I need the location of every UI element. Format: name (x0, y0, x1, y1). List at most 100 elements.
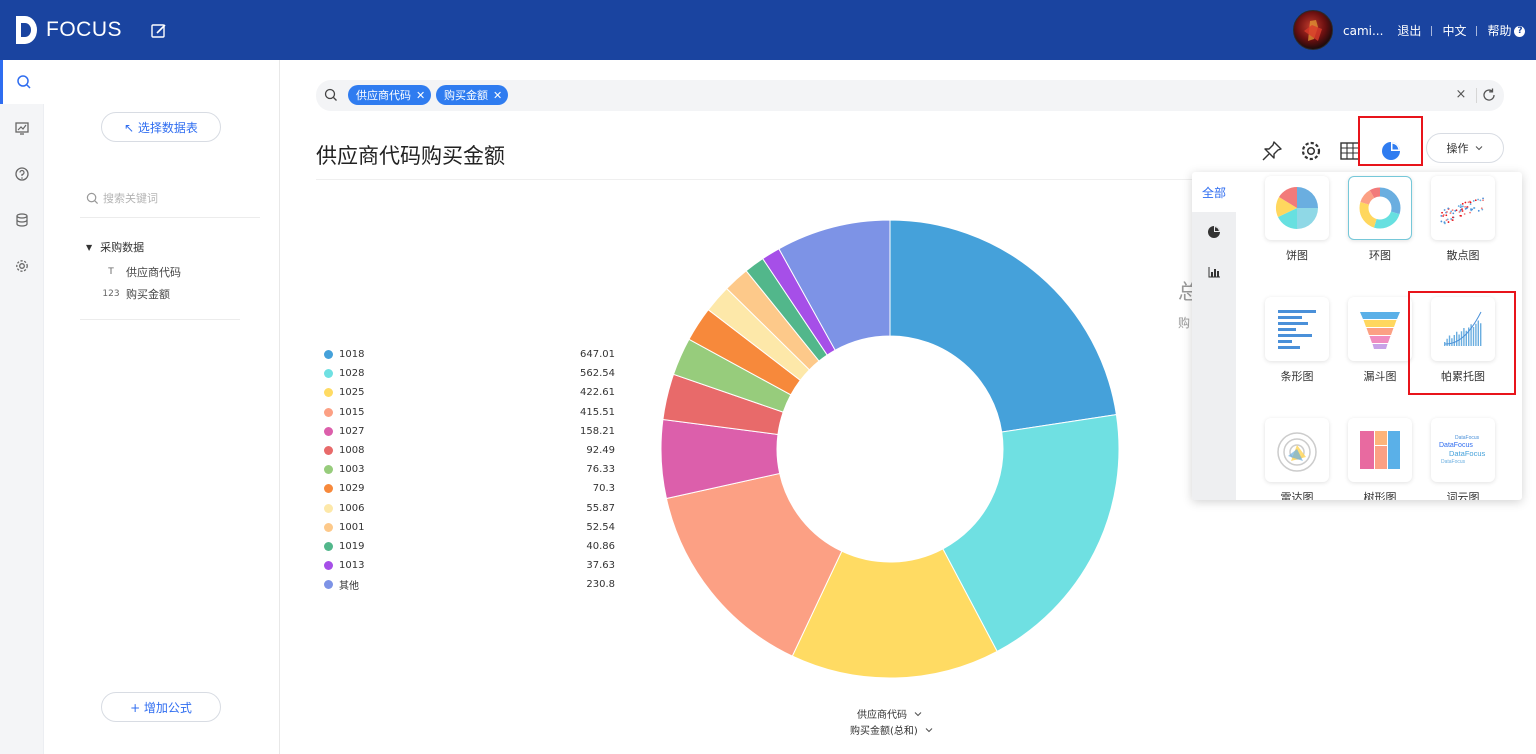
legend-item[interactable]: 1015 415.51 (322, 403, 617, 422)
chart-type-wordcloud[interactable]: DataFocus DataFocus DataFocus DataFocus (1431, 418, 1495, 482)
legend-value: 40.86 (586, 540, 615, 552)
chart-type-treemap[interactable] (1348, 418, 1412, 482)
legend-item[interactable]: 1025 422.61 (322, 383, 617, 402)
chart-type-bar[interactable] (1265, 297, 1329, 361)
x-axis-selector-label: 供应商代码 (857, 710, 907, 721)
help-link[interactable]: 帮助? (1487, 22, 1526, 39)
chart-type-scatter[interactable] (1431, 176, 1495, 240)
legend-color-dot (324, 465, 333, 475)
field-item-amount[interactable]: 123 购买金额 (102, 286, 170, 302)
refresh-icon[interactable] (1480, 86, 1498, 104)
x-axis-selector[interactable]: 供应商代码 (857, 706, 923, 721)
pin-icon[interactable] (1260, 139, 1284, 163)
avatar-image-icon (1304, 20, 1322, 41)
scatter-thumb-dot (1450, 218, 1453, 220)
legend-label: 1025 (339, 387, 365, 399)
gear-icon[interactable] (1299, 139, 1323, 163)
search-tag-amount[interactable]: 购买金额 ✕ (436, 85, 509, 105)
nav-help[interactable] (0, 152, 44, 196)
tree-root[interactable]: ▼ 采购数据 (86, 239, 144, 255)
nav-dashboard[interactable] (0, 106, 44, 150)
scatter-thumb-dot (1454, 209, 1457, 212)
chart-type-pie[interactable] (1265, 176, 1329, 240)
remove-tag-icon[interactable]: ✕ (416, 89, 425, 102)
legend-item[interactable]: 1028 562.54 (322, 364, 617, 383)
scatter-thumb-dot (1464, 201, 1467, 204)
donut-slice-1018[interactable] (889, 219, 1117, 433)
donut-chart[interactable] (640, 200, 1140, 700)
logout-link[interactable]: 退出 (1397, 22, 1421, 39)
scatter-thumb-dot (1480, 207, 1483, 210)
y-axis-selector[interactable]: 购买金额(总和) (850, 722, 934, 737)
bar-category-icon (1208, 267, 1220, 278)
username-link[interactable]: cami... (1343, 24, 1383, 38)
edit-icon[interactable] (150, 22, 168, 40)
legend-value: 70.3 (592, 483, 615, 495)
nav-data[interactable] (0, 198, 44, 242)
language-link[interactable]: 中文 (1442, 22, 1466, 39)
highlight-box (1358, 116, 1423, 166)
legend-value: 562.54 (580, 368, 615, 380)
legend-label: 其他 (339, 581, 359, 593)
legend-item[interactable]: 1001 52.54 (322, 518, 617, 537)
select-table-button[interactable]: ↖ 选择数据表 (101, 112, 221, 142)
scatter-thumb-dot (1471, 208, 1474, 211)
chart-category-bar[interactable] (1192, 252, 1236, 292)
legend-item[interactable]: 1018 647.01 (322, 345, 617, 364)
legend-value: 230.8 (586, 579, 615, 591)
legend-color-dot (324, 426, 333, 436)
legend-item[interactable]: 1013 37.63 (322, 556, 617, 575)
pie-chart-icon (1275, 186, 1318, 230)
scatter-thumb-dot (1447, 207, 1450, 210)
remove-tag-icon[interactable]: ✕ (493, 89, 502, 102)
legend-item[interactable]: 1027 158.21 (322, 422, 617, 441)
legend-item[interactable]: 1006 55.87 (322, 499, 617, 518)
legend-item[interactable]: 其他 230.8 (322, 575, 617, 594)
avatar[interactable] (1293, 10, 1333, 50)
chart-type-radar[interactable] (1265, 418, 1329, 482)
field-item-supplier[interactable]: T 供应商代码 (102, 264, 181, 280)
legend-item[interactable]: 1008 92.49 (322, 441, 617, 460)
link-separator (1431, 25, 1433, 36)
nav-settings[interactable] (0, 244, 44, 288)
scatter-thumb-dot (1472, 207, 1475, 209)
search-bar[interactable]: 供应商代码 ✕ 购买金额 ✕ × (316, 80, 1504, 111)
scatter-thumb-dot (1440, 215, 1443, 217)
caret-down-icon: ▼ (86, 242, 93, 252)
search-icon (324, 88, 337, 101)
nav-search[interactable] (0, 60, 44, 104)
add-formula-button[interactable]: + 增加公式 (101, 692, 221, 722)
legend-item[interactable]: 1003 76.33 (322, 460, 617, 479)
wordcloud-word: DataFocus (1449, 449, 1486, 458)
chart-type-menu: 全部 饼图 环图 散点图 条形图 漏斗图 帕累托图 雷达图 树形图 DataFo… (1192, 172, 1522, 500)
panel-divider (80, 319, 240, 320)
search-icon (16, 75, 31, 89)
chart-legend: 1018 647.01 1028 562.54 1025 422.61 1015 415.51… (322, 345, 617, 594)
field-label: 供应商代码 (126, 266, 181, 279)
legend-value: 76.33 (586, 464, 615, 476)
chart-category-all[interactable]: 全部 (1192, 172, 1236, 212)
data-panel: ↖ 选择数据表 搜索关键词 ▼ 采购数据 T 供应商代码 123 购买金额 + … (44, 60, 280, 754)
chart-type-funnel[interactable] (1348, 297, 1412, 361)
scatter-thumb-dot (1474, 199, 1477, 202)
title-divider (316, 179, 1192, 180)
logo[interactable]: FOCUS (14, 14, 122, 46)
chart-type-donut[interactable] (1348, 176, 1412, 240)
scatter-thumb-dot (1469, 203, 1472, 206)
keyword-search[interactable]: 搜索关键词 (86, 188, 256, 208)
operations-button[interactable]: 操作 (1426, 133, 1504, 163)
chevron-down-icon (1475, 146, 1482, 151)
clear-search-button[interactable]: × (1452, 86, 1470, 104)
scatter-thumb-dot (1451, 216, 1454, 219)
legend-item[interactable]: 1019 40.86 (322, 537, 617, 556)
help-icon: ? (1514, 26, 1526, 37)
search-tag-supplier[interactable]: 供应商代码 ✕ (348, 85, 432, 105)
operations-button-label: 操作 (1446, 142, 1469, 155)
chevron-down-icon (925, 727, 933, 732)
scatter-thumb-dot (1477, 198, 1480, 201)
legend-value: 37.63 (586, 560, 615, 572)
legend-item[interactable]: 1029 70.3 (322, 479, 617, 498)
scatter-thumb-dot (1479, 199, 1482, 202)
chart-category-pie[interactable] (1192, 212, 1236, 252)
scatter-thumb-dot (1477, 209, 1480, 212)
